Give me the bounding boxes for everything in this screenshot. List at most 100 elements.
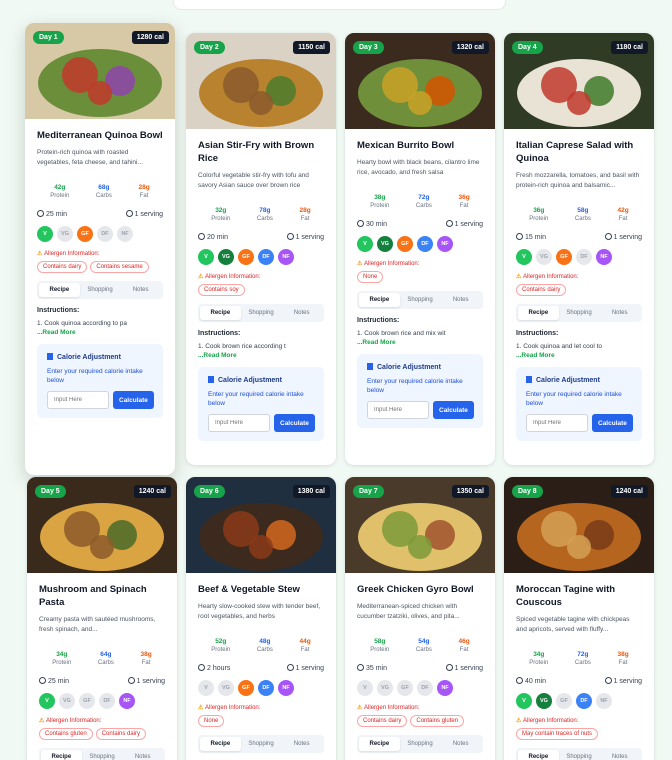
tab-shopping[interactable]: Shopping bbox=[400, 737, 441, 751]
clock-icon bbox=[198, 233, 205, 240]
allergen-heading-label: Allergen Information: bbox=[205, 705, 261, 711]
tab-recipe[interactable]: Recipe bbox=[359, 737, 400, 751]
tab-notes[interactable]: Notes bbox=[599, 306, 640, 320]
meal-card[interactable]: Day 7 1350 cal Greek Chicken Gyro Bowl Medi… bbox=[345, 477, 495, 760]
allergen-heading-label: Allergen Information: bbox=[364, 261, 420, 267]
meal-card[interactable]: Day 4 1180 cal Italian Caprese Salad with … bbox=[504, 33, 654, 465]
tab-notes[interactable]: Notes bbox=[599, 750, 640, 760]
allergen-heading: ⚠ Allergen Information: bbox=[357, 704, 483, 711]
meal-card[interactable]: Day 2 1150 cal Asian Stir-Fry with Brown R… bbox=[186, 33, 336, 465]
protein-value: 58g bbox=[374, 638, 386, 645]
allergen-pill: Contains gluten bbox=[39, 728, 93, 740]
meal-card[interactable]: Day 8 1240 cal Moroccan Tagine with Cousco… bbox=[504, 477, 654, 760]
calorie-adjustment-heading: Calorie Adjustment bbox=[47, 353, 153, 361]
top-search-bar[interactable] bbox=[173, 0, 506, 10]
card-body: Greek Chicken Gyro Bowl Mediterranean-spi… bbox=[345, 573, 495, 760]
servings: 1 serving bbox=[604, 677, 642, 685]
calculate-button[interactable]: Calculate bbox=[113, 391, 154, 409]
tab-recipe[interactable]: Recipe bbox=[518, 306, 559, 320]
tab-shopping[interactable]: Shopping bbox=[80, 283, 121, 297]
meal-card[interactable]: Day 6 1380 cal Beef & Vegetable Stew Hearty… bbox=[186, 477, 336, 760]
calorie-input[interactable] bbox=[367, 401, 429, 419]
meal-photo: Day 6 1380 cal bbox=[186, 477, 336, 573]
read-more-link[interactable]: ...Read More bbox=[516, 352, 642, 359]
allergen-heading: ⚠ Allergen Information: bbox=[357, 260, 483, 267]
day-badge: Day 1 bbox=[33, 31, 64, 44]
carbs-stat: 48g Carbs bbox=[257, 638, 273, 654]
cook-time: 25 min bbox=[37, 210, 67, 218]
fat-stat: 38g Fat bbox=[140, 651, 151, 667]
allergen-pill: Contains dairy bbox=[95, 728, 147, 740]
card-tabs: Recipe Shopping Notes bbox=[37, 281, 163, 299]
calculate-button[interactable]: Calculate bbox=[433, 401, 474, 419]
instructions-heading: Instructions: bbox=[37, 307, 80, 314]
cook-time-value: 2 hours bbox=[207, 665, 231, 672]
fat-value: 44g bbox=[299, 638, 311, 645]
meal-photo: Day 2 1150 cal bbox=[186, 33, 336, 129]
tab-notes[interactable]: Notes bbox=[440, 293, 481, 307]
tab-shopping[interactable]: Shopping bbox=[241, 737, 282, 751]
protein-stat: 58g Protein bbox=[370, 638, 389, 654]
cook-time-value: 25 min bbox=[46, 211, 68, 218]
servings-value: 1 serving bbox=[613, 678, 642, 685]
read-more-link[interactable]: ...Read More bbox=[357, 339, 483, 346]
fat-stat: 38g Fat bbox=[617, 651, 628, 667]
diet-tags: V VG GF DF NF bbox=[37, 226, 163, 242]
people-icon bbox=[286, 664, 294, 671]
card-tabs: Recipe Shopping Notes bbox=[516, 748, 642, 760]
tab-shopping[interactable]: Shopping bbox=[559, 306, 600, 320]
tab-shopping[interactable]: Shopping bbox=[241, 306, 282, 320]
fat-label: Fat bbox=[300, 216, 310, 222]
meal-card[interactable]: Day 1 1280 cal Mediterranean Quinoa Bowl Pr… bbox=[25, 23, 175, 475]
ingredient-shape bbox=[88, 81, 112, 105]
read-more-link[interactable]: ...Read More bbox=[37, 329, 163, 336]
calculate-button[interactable]: Calculate bbox=[274, 414, 315, 432]
macro-row: 52g Protein 48g Carbs 44g Fat bbox=[198, 638, 324, 654]
meta-row: 30 min 1 serving bbox=[357, 220, 483, 228]
carbs-value: 78g bbox=[259, 207, 271, 214]
tab-recipe[interactable]: Recipe bbox=[518, 750, 559, 760]
calorie-input[interactable] bbox=[208, 414, 270, 432]
servings-value: 1 serving bbox=[454, 221, 483, 228]
calorie-input-row: Calculate bbox=[367, 401, 474, 419]
diet-tags: V VG GF DF NF bbox=[198, 249, 324, 265]
calorie-adjustment-heading: Calorie Adjustment bbox=[526, 376, 632, 384]
clock-icon bbox=[198, 664, 205, 671]
tab-shopping[interactable]: Shopping bbox=[82, 750, 123, 760]
diet-tags: V VG GF DF NF bbox=[198, 680, 324, 696]
fat-value: 28g bbox=[138, 184, 150, 191]
tab-recipe[interactable]: Recipe bbox=[200, 306, 241, 320]
meal-card[interactable]: Day 5 1240 cal Mushroom and Spinach Pasta C… bbox=[27, 477, 177, 760]
tab-notes[interactable]: Notes bbox=[440, 737, 481, 751]
tab-recipe[interactable]: Recipe bbox=[39, 283, 80, 297]
instruction-step: 1. Cook brown rice according t bbox=[198, 343, 286, 350]
diet-tag-vg: VG bbox=[536, 693, 552, 709]
protein-stat: 34g Protein bbox=[52, 651, 71, 667]
card-body: Italian Caprese Salad with Quinoa Fresh m… bbox=[504, 129, 654, 451]
calorie-input[interactable] bbox=[526, 414, 588, 432]
tab-notes[interactable]: Notes bbox=[122, 750, 163, 760]
allergen-list: None bbox=[357, 271, 483, 283]
tab-recipe[interactable]: Recipe bbox=[200, 737, 241, 751]
read-more-link[interactable]: ...Read More bbox=[198, 352, 324, 359]
tab-notes[interactable]: Notes bbox=[120, 283, 161, 297]
allergen-pill: Contains soy bbox=[198, 284, 245, 296]
tab-notes[interactable]: Notes bbox=[281, 737, 322, 751]
tab-notes[interactable]: Notes bbox=[281, 306, 322, 320]
tab-recipe[interactable]: Recipe bbox=[359, 293, 400, 307]
meal-card[interactable]: Day 3 1320 cal Mexican Burrito Bowl Hearty … bbox=[345, 33, 495, 465]
tab-shopping[interactable]: Shopping bbox=[400, 293, 441, 307]
calculate-button[interactable]: Calculate bbox=[592, 414, 633, 432]
warning-icon: ⚠ bbox=[357, 261, 365, 267]
fat-stat: 36g Fat bbox=[458, 194, 469, 210]
diet-tag-gf: GF bbox=[556, 249, 572, 265]
diet-tag-nf: NF bbox=[437, 680, 453, 696]
tab-recipe[interactable]: Recipe bbox=[41, 750, 82, 760]
diet-tag-nf: NF bbox=[596, 249, 612, 265]
calorie-input[interactable] bbox=[47, 391, 109, 409]
tab-shopping[interactable]: Shopping bbox=[559, 750, 600, 760]
diet-tag-vg: VG bbox=[57, 226, 73, 242]
diet-tag-v: V bbox=[357, 680, 373, 696]
instruction-step: 1. Cook quinoa and let cool to bbox=[516, 343, 603, 350]
card-tabs: Recipe Shopping Notes bbox=[516, 304, 642, 322]
